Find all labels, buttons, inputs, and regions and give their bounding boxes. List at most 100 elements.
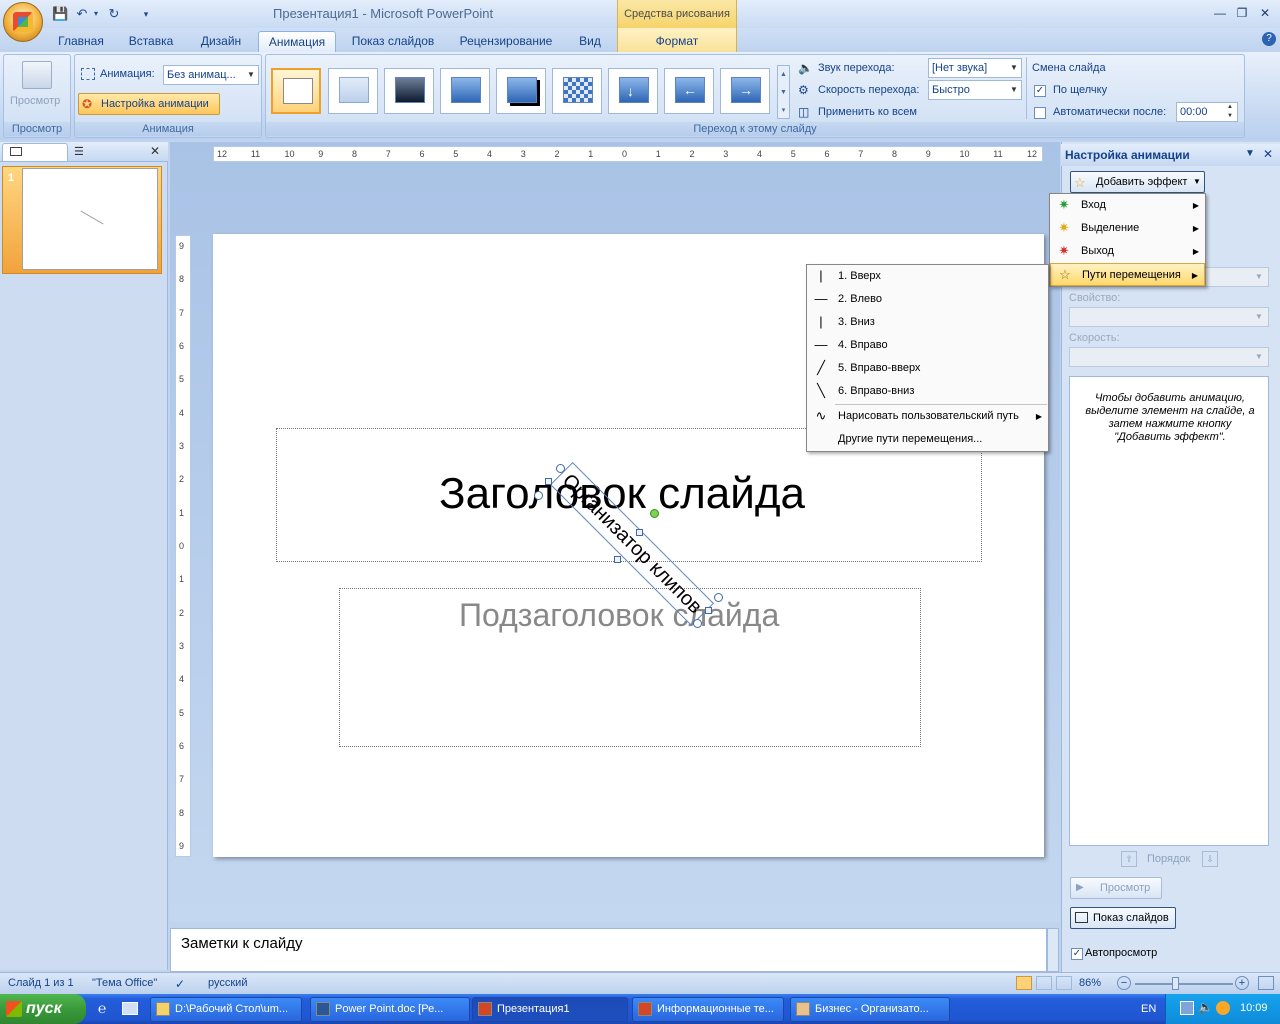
tab-format[interactable]: Формат: [617, 28, 737, 52]
close-button[interactable]: ✕: [1255, 5, 1275, 21]
slideshow-button[interactable]: Показ слайдов: [1070, 907, 1176, 929]
zoom-level[interactable]: 86%: [1079, 977, 1101, 989]
tab-animations[interactable]: Анимация: [258, 31, 336, 52]
resize-handle[interactable]: [534, 491, 543, 500]
menu-item-up[interactable]: | 1. Вверх: [807, 265, 1048, 288]
undo-icon[interactable]: ↶: [74, 6, 90, 22]
speed-combo[interactable]: Быстро ▼: [928, 80, 1022, 100]
resize-handle[interactable]: [693, 619, 702, 628]
menu-item-right-down[interactable]: ╲ 6. Вправо-вниз: [807, 380, 1048, 403]
pane-menu-icon[interactable]: ▼: [1245, 148, 1255, 159]
autopreview-checkbox[interactable]: ✓: [1071, 948, 1083, 960]
menu-item-more-paths[interactable]: Другие пути перемещения...: [807, 428, 1048, 451]
menu-item-entrance[interactable]: ✷ Вход ▶: [1050, 194, 1205, 217]
theme-name[interactable]: "Тема Office": [92, 977, 157, 989]
ie-icon[interactable]: ℮: [98, 1000, 106, 1016]
transition-dissolve[interactable]: [552, 68, 602, 114]
animation-list[interactable]: [1069, 376, 1269, 846]
menu-item-exit[interactable]: ✷ Выход ▶: [1050, 240, 1205, 263]
auto-after-time[interactable]: 00:00 ▲ ▼: [1176, 102, 1238, 122]
transition-wipe-right[interactable]: →: [720, 68, 770, 114]
custom-animation-button[interactable]: ✪ Настройка анимации: [78, 93, 220, 115]
transition-wipe-down[interactable]: ↓: [608, 68, 658, 114]
rotate-handle[interactable]: [650, 509, 659, 518]
menu-item-down[interactable]: | 3. Вниз: [807, 311, 1048, 334]
minimize-button[interactable]: —: [1210, 5, 1230, 21]
customize-qat-icon[interactable]: ▾: [138, 6, 154, 22]
menu-item-right-up[interactable]: ╱ 5. Вправо-вверх: [807, 357, 1048, 380]
animation-combo[interactable]: Без анимац... ▼: [163, 65, 259, 85]
tab-slideshow[interactable]: Показ слайдов: [346, 31, 440, 52]
menu-item-right[interactable]: — 4. Вправо: [807, 334, 1048, 357]
tab-review[interactable]: Рецензирование: [452, 31, 560, 52]
redo-icon[interactable]: ↻: [106, 6, 122, 22]
fit-to-window-icon[interactable]: [1258, 976, 1274, 990]
close-pane-icon[interactable]: ✕: [150, 144, 160, 158]
notes-scrollbar[interactable]: [1047, 928, 1059, 972]
transition-wipe-left[interactable]: ←: [664, 68, 714, 114]
transition-fade-black[interactable]: [384, 68, 434, 114]
zoom-slider-thumb[interactable]: [1172, 977, 1179, 990]
taskbar-item-powerpoint[interactable]: Презентация1: [472, 997, 628, 1022]
taskbar-item-business[interactable]: Бизнес - Организато...: [790, 997, 950, 1022]
on-click-checkbox[interactable]: ✓: [1034, 85, 1046, 97]
subtitle-placeholder[interactable]: Подзаголовок слайда: [339, 588, 921, 747]
network-icon[interactable]: [1180, 1001, 1194, 1015]
tab-outline[interactable]: ☰: [70, 145, 136, 161]
move-up-icon[interactable]: ⇧: [1121, 851, 1137, 867]
restore-button[interactable]: ❐: [1232, 5, 1252, 21]
preview-button[interactable]: Просмотр: [10, 95, 60, 107]
resize-handle[interactable]: [714, 593, 723, 602]
move-down-icon[interactable]: ⇩: [1202, 851, 1218, 867]
tab-slides[interactable]: [2, 143, 68, 161]
slide-sorter-icon[interactable]: [1036, 976, 1052, 990]
menu-item-draw-custom-path[interactable]: ∿ Нарисовать пользовательский путь ▶: [807, 405, 1048, 428]
tab-view[interactable]: Вид: [572, 31, 608, 52]
side-handle[interactable]: [636, 529, 643, 536]
side-handle[interactable]: [705, 607, 712, 614]
slide-subtitle[interactable]: Подзаголовок слайда: [459, 597, 779, 634]
zoom-out-icon[interactable]: −: [1117, 976, 1131, 990]
slide-thumbnail[interactable]: [22, 168, 158, 270]
auto-after-checkbox[interactable]: [1034, 107, 1046, 119]
side-handle[interactable]: [545, 478, 552, 485]
notes-text[interactable]: Заметки к слайду: [181, 935, 303, 952]
apply-all-button[interactable]: Применить ко всем: [818, 106, 917, 118]
transition-cut-black[interactable]: [496, 68, 546, 114]
office-button[interactable]: [3, 2, 43, 42]
slideshow-view-icon[interactable]: [1056, 976, 1072, 990]
show-desktop-icon[interactable]: [122, 1002, 138, 1015]
side-handle[interactable]: [614, 556, 621, 563]
gallery-scroll[interactable]: ▲ ▼ ▾: [777, 65, 790, 119]
zoom-slider[interactable]: [1135, 983, 1233, 985]
app-tray-icon[interactable]: [1216, 1001, 1230, 1015]
notes-pane[interactable]: Заметки к слайду: [170, 928, 1047, 972]
spellcheck-icon[interactable]: ✓: [175, 977, 185, 991]
transition-fade-smooth[interactable]: [328, 68, 378, 114]
preview-pane-button[interactable]: ▶ Просмотр: [1070, 877, 1162, 899]
undo-dropdown-icon[interactable]: ▾: [92, 6, 100, 22]
tab-design[interactable]: Дизайн: [192, 31, 250, 52]
help-icon[interactable]: ?: [1262, 32, 1276, 46]
language[interactable]: русский: [208, 977, 247, 989]
save-icon[interactable]: 💾: [52, 6, 68, 22]
tab-insert[interactable]: Вставка: [122, 31, 180, 52]
volume-icon[interactable]: 🔈: [1198, 1000, 1213, 1014]
resize-handle[interactable]: [556, 464, 565, 473]
taskbar-item-word[interactable]: Power Point.doc [Ре...: [310, 997, 470, 1022]
menu-item-left[interactable]: — 2. Влево: [807, 288, 1048, 311]
transition-cut[interactable]: [440, 68, 490, 114]
normal-view-icon[interactable]: [1016, 976, 1032, 990]
taskbar-item-folder[interactable]: D:\Рабочий Стол\um...: [150, 997, 302, 1022]
menu-item-emphasis[interactable]: ✷ Выделение ▶: [1050, 217, 1205, 240]
menu-item-motion-paths[interactable]: ☆ Пути перемещения ▶: [1050, 263, 1205, 286]
add-effect-button[interactable]: ☆ Добавить эффект ▼: [1070, 171, 1205, 193]
language-indicator[interactable]: EN: [1141, 1003, 1156, 1015]
taskbar-item-info[interactable]: Информационные те...: [632, 997, 784, 1022]
close-pane-icon[interactable]: ✕: [1263, 147, 1273, 161]
zoom-in-icon[interactable]: +: [1235, 976, 1249, 990]
transition-none[interactable]: [271, 68, 321, 114]
tab-home[interactable]: Главная: [52, 31, 110, 52]
sound-combo[interactable]: [Нет звука] ▼: [928, 58, 1022, 78]
spinner-icon[interactable]: ▲ ▼: [1223, 103, 1237, 121]
